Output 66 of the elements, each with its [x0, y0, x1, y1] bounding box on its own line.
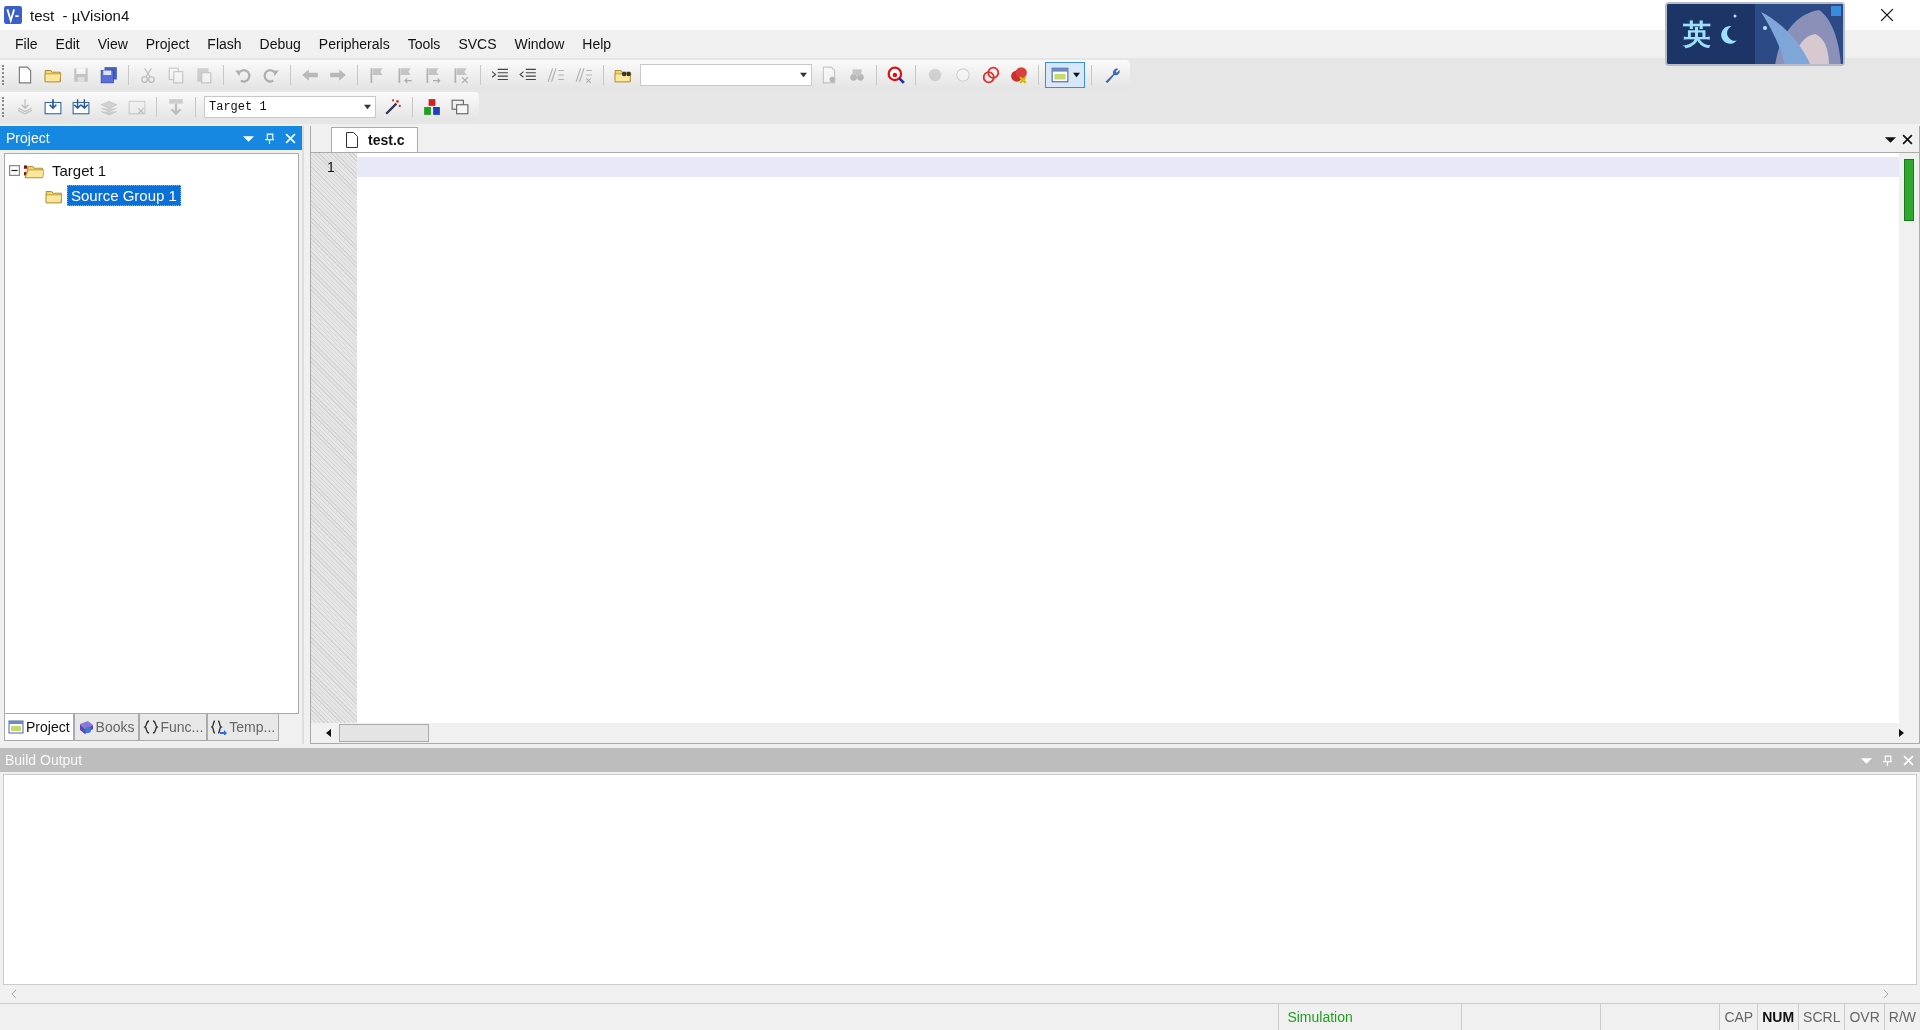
dropdown-arrow-icon [1072, 71, 1080, 78]
menu-item[interactable]: SVCS [449, 36, 506, 52]
status-indicator: OVR [1844, 1004, 1884, 1030]
panel-title: Build Output [5, 752, 83, 768]
dropdown-field[interactable] [640, 63, 812, 86]
scroll-marker [1904, 159, 1914, 221]
debug-magnifier-icon[interactable] [887, 65, 905, 84]
new-file-icon[interactable] [16, 65, 34, 84]
dropdown-arrow-icon[interactable] [1885, 134, 1896, 145]
menu-item[interactable]: View [88, 36, 137, 52]
app-icon [4, 6, 22, 24]
rings-icon[interactable] [982, 65, 1000, 84]
window-layout-button[interactable] [1045, 61, 1085, 88]
floppy-disks-icon[interactable] [100, 65, 118, 84]
ime-language-label: 英 [1683, 17, 1711, 53]
windows-icon[interactable] [451, 97, 469, 116]
status-indicator: NUM [1757, 1004, 1799, 1030]
circles-cross-icon[interactable] [1010, 65, 1028, 84]
panel-tab[interactable]: Func... [138, 714, 208, 741]
scroll-left-icon[interactable] [325, 729, 333, 737]
braces-arrow-icon [211, 719, 228, 735]
pin-icon[interactable] [1882, 754, 1893, 766]
toolbar-grip[interactable] [2, 96, 7, 117]
menu-item[interactable]: File [6, 36, 47, 52]
tree-item[interactable]: Source Group 1 [67, 185, 181, 206]
window-title: test - µVision4 [30, 6, 130, 24]
panel-tab[interactable]: Temp... [207, 714, 280, 741]
scroll-right-icon[interactable] [1897, 729, 1905, 737]
file-icon [346, 132, 358, 148]
menu-item[interactable]: Help [573, 36, 621, 52]
scroll-thumb[interactable] [339, 724, 429, 742]
tree-item[interactable]: Target 1 [48, 160, 111, 181]
line-number: 1 [326, 158, 336, 177]
ime-widget[interactable]: 英 [1665, 2, 1845, 66]
menu-item[interactable]: Window [505, 36, 574, 52]
menu-item[interactable]: Debug [250, 36, 310, 52]
braces-icon [142, 719, 159, 735]
panel-tab[interactable]: Books [73, 714, 139, 741]
collapse-icon[interactable] [9, 165, 20, 176]
dropdown-arrow-icon[interactable] [800, 71, 807, 78]
panel-tab[interactable]: Project [4, 714, 74, 741]
close-icon[interactable] [1880, 8, 1894, 22]
vertical-scrollbar[interactable] [1899, 153, 1919, 723]
book-icon [77, 719, 94, 735]
menu-item[interactable]: Tools [398, 36, 450, 52]
menu-item[interactable]: Edit [46, 36, 89, 52]
colored-blocks-icon[interactable] [423, 97, 441, 116]
menu-item[interactable]: Project [136, 36, 199, 52]
menu-item[interactable]: Peripherals [309, 36, 399, 52]
dropdown-arrow-icon[interactable] [364, 103, 371, 110]
panel-title: Project [6, 130, 50, 146]
close-icon[interactable] [1902, 134, 1913, 145]
status-indicator: CAP [1719, 1004, 1758, 1030]
status-indicator: R/W [1883, 1004, 1920, 1030]
toolbar-grip[interactable] [2, 64, 7, 85]
status-mode: Simulation [1278, 1004, 1462, 1030]
file-tab[interactable]: test.c [331, 127, 418, 152]
menu-item[interactable]: Flash [198, 36, 251, 52]
rebuild-icon[interactable] [72, 97, 90, 116]
status-indicator: SCRL [1798, 1004, 1845, 1030]
dropdown-field[interactable]: Target 1 [204, 95, 376, 118]
project-window-icon [8, 719, 24, 735]
pin-icon[interactable] [264, 132, 275, 144]
magic-wand-icon[interactable] [384, 97, 402, 116]
window-layout-icon [1050, 65, 1069, 84]
build-icon[interactable] [44, 97, 62, 116]
